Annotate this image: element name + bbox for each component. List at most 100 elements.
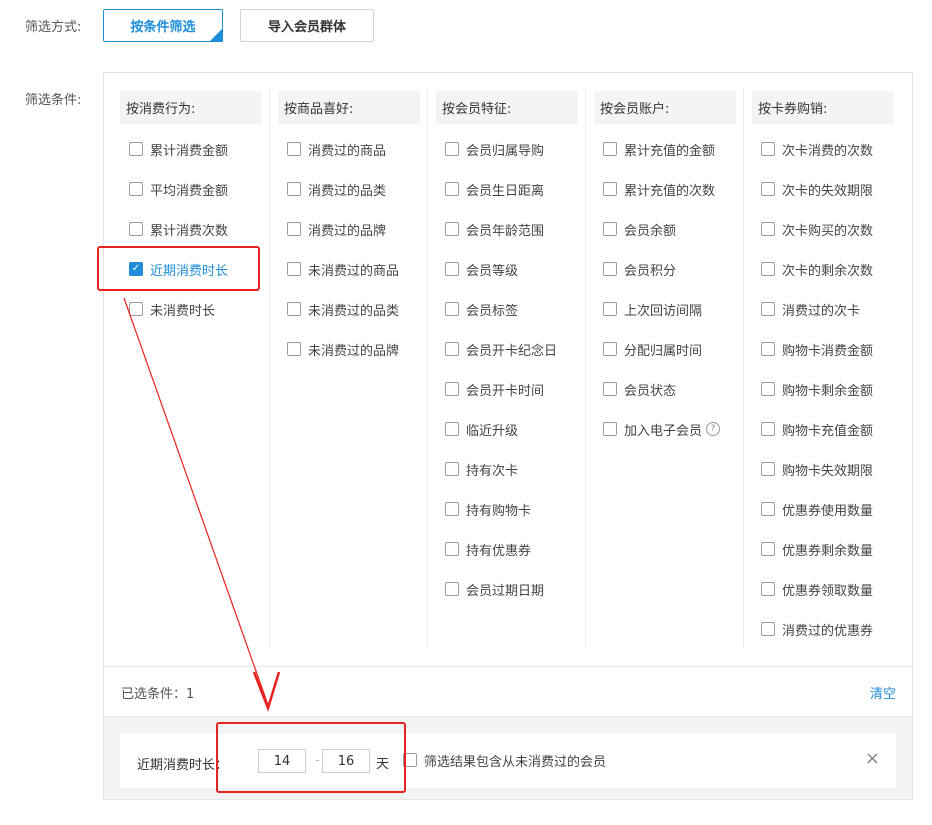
filter-option[interactable]: 消费过的商品 bbox=[287, 139, 386, 159]
checkbox[interactable] bbox=[603, 262, 617, 276]
filter-option[interactable]: 平均消费金额 bbox=[129, 179, 228, 199]
filter-option[interactable]: 会员生日距离 bbox=[445, 179, 544, 199]
filter-option[interactable]: 消费过的品类 bbox=[287, 179, 386, 199]
import-member-group-button[interactable]: 导入会员群体 bbox=[240, 9, 374, 42]
checkbox[interactable] bbox=[761, 382, 775, 396]
checkbox[interactable] bbox=[445, 422, 459, 436]
checkbox[interactable] bbox=[445, 142, 459, 156]
checkbox[interactable] bbox=[287, 182, 301, 196]
close-icon[interactable]: × bbox=[865, 750, 880, 768]
filter-option[interactable]: 累计充值的金额 bbox=[603, 139, 715, 159]
checkbox[interactable] bbox=[761, 502, 775, 516]
checkbox[interactable] bbox=[287, 262, 301, 276]
checkbox[interactable] bbox=[761, 462, 775, 476]
checkbox[interactable] bbox=[445, 542, 459, 556]
min-days-input[interactable] bbox=[258, 749, 306, 773]
filter-option[interactable]: 购物卡失效期限 bbox=[761, 459, 873, 479]
checkbox[interactable] bbox=[129, 222, 143, 236]
filter-by-condition-label: 按条件筛选 bbox=[130, 20, 196, 35]
checkbox[interactable] bbox=[403, 753, 417, 767]
checkbox[interactable] bbox=[445, 302, 459, 316]
filter-option[interactable]: 次卡的失效期限 bbox=[761, 179, 873, 199]
filter-by-condition-button[interactable]: 按条件筛选 ✓ bbox=[103, 9, 223, 42]
filter-option[interactable]: 次卡购买的次数 bbox=[761, 219, 873, 239]
filter-option[interactable]: ✓ 近期消费时长 bbox=[129, 259, 228, 279]
filter-option[interactable]: 未消费过的品类 bbox=[287, 299, 399, 319]
filter-option[interactable]: 持有购物卡 bbox=[445, 499, 531, 519]
checkbox[interactable] bbox=[129, 182, 143, 196]
filter-option[interactable]: 持有优惠券 bbox=[445, 539, 531, 559]
checkbox[interactable] bbox=[761, 182, 775, 196]
checkbox[interactable] bbox=[603, 222, 617, 236]
include-never-consumed-option[interactable]: 筛选结果包含从未消费过的会员 bbox=[403, 750, 606, 770]
filter-option[interactable]: 会员余额 bbox=[603, 219, 676, 239]
filter-option[interactable]: 购物卡充值金额 bbox=[761, 419, 873, 439]
filter-option[interactable]: 会员积分 bbox=[603, 259, 676, 279]
filter-option[interactable]: 优惠券使用数量 bbox=[761, 499, 873, 519]
filter-option[interactable]: 会员归属导购 bbox=[445, 139, 544, 159]
checkbox[interactable] bbox=[445, 222, 459, 236]
checkbox[interactable] bbox=[761, 542, 775, 556]
checkbox[interactable] bbox=[445, 342, 459, 356]
filter-option[interactable]: 会员等级 bbox=[445, 259, 518, 279]
filter-option[interactable]: 会员开卡时间 bbox=[445, 379, 544, 399]
checkbox[interactable] bbox=[761, 142, 775, 156]
filter-option-label: 未消费时长 bbox=[150, 303, 216, 319]
filter-option[interactable]: 会员开卡纪念日 bbox=[445, 339, 557, 359]
checkbox[interactable] bbox=[603, 382, 617, 396]
checkbox[interactable] bbox=[603, 182, 617, 196]
filter-option[interactable]: 购物卡剩余金额 bbox=[761, 379, 873, 399]
filter-option[interactable]: 次卡消费的次数 bbox=[761, 139, 873, 159]
filter-option[interactable]: 消费过的品牌 bbox=[287, 219, 386, 239]
checkbox[interactable] bbox=[445, 502, 459, 516]
checkbox[interactable] bbox=[761, 342, 775, 356]
clear-link[interactable]: 清空 bbox=[870, 683, 896, 702]
filter-option[interactable]: 临近升级 bbox=[445, 419, 518, 439]
checkbox[interactable] bbox=[445, 462, 459, 476]
filter-option[interactable]: 累计消费金额 bbox=[129, 139, 228, 159]
filter-option[interactable]: 未消费过的品牌 bbox=[287, 339, 399, 359]
max-days-input[interactable] bbox=[322, 749, 370, 773]
filter-option[interactable]: 优惠券领取数量 bbox=[761, 579, 873, 599]
checkbox[interactable] bbox=[603, 422, 617, 436]
checkbox[interactable] bbox=[761, 582, 775, 596]
checkbox[interactable] bbox=[761, 262, 775, 276]
checkbox[interactable] bbox=[287, 142, 301, 156]
filter-option[interactable]: 持有次卡 bbox=[445, 459, 518, 479]
filter-option[interactable]: 消费过的优惠券 bbox=[761, 619, 873, 639]
checkbox[interactable] bbox=[445, 262, 459, 276]
filter-option[interactable]: 加入电子会员? bbox=[603, 419, 721, 439]
checkbox[interactable] bbox=[603, 142, 617, 156]
filter-option[interactable]: 上次回访间隔 bbox=[603, 299, 702, 319]
filter-option[interactable]: 未消费过的商品 bbox=[287, 259, 399, 279]
checkbox-checked[interactable]: ✓ bbox=[129, 262, 143, 276]
filter-option[interactable]: 优惠券剩余数量 bbox=[761, 539, 873, 559]
filter-option[interactable]: 累计消费次数 bbox=[129, 219, 228, 239]
checkbox[interactable] bbox=[603, 342, 617, 356]
filter-option[interactable]: 消费过的次卡 bbox=[761, 299, 860, 319]
checkbox[interactable] bbox=[761, 422, 775, 436]
checkbox[interactable] bbox=[287, 222, 301, 236]
checkbox[interactable] bbox=[445, 582, 459, 596]
filter-option[interactable]: 会员年龄范围 bbox=[445, 219, 544, 239]
filter-option[interactable]: 未消费时长 bbox=[129, 299, 215, 319]
checkbox[interactable] bbox=[287, 342, 301, 356]
checkbox[interactable] bbox=[603, 302, 617, 316]
help-icon[interactable]: ? bbox=[706, 422, 721, 436]
filter-option[interactable]: 会员过期日期 bbox=[445, 579, 544, 599]
checkbox[interactable] bbox=[129, 142, 143, 156]
filter-option[interactable]: 次卡的剩余次数 bbox=[761, 259, 873, 279]
checkbox[interactable] bbox=[761, 622, 775, 636]
filter-option[interactable]: 会员状态 bbox=[603, 379, 676, 399]
filter-option[interactable]: 会员标签 bbox=[445, 299, 518, 319]
filter-option-label: 消费过的品类 bbox=[308, 183, 387, 199]
checkbox[interactable] bbox=[287, 302, 301, 316]
filter-option[interactable]: 分配归属时间 bbox=[603, 339, 702, 359]
checkbox[interactable] bbox=[445, 182, 459, 196]
filter-option[interactable]: 累计充值的次数 bbox=[603, 179, 715, 199]
checkbox[interactable] bbox=[761, 302, 775, 316]
checkbox[interactable] bbox=[445, 382, 459, 396]
filter-option[interactable]: 购物卡消费金额 bbox=[761, 339, 873, 359]
checkbox[interactable] bbox=[761, 222, 775, 236]
checkbox[interactable] bbox=[129, 302, 143, 316]
